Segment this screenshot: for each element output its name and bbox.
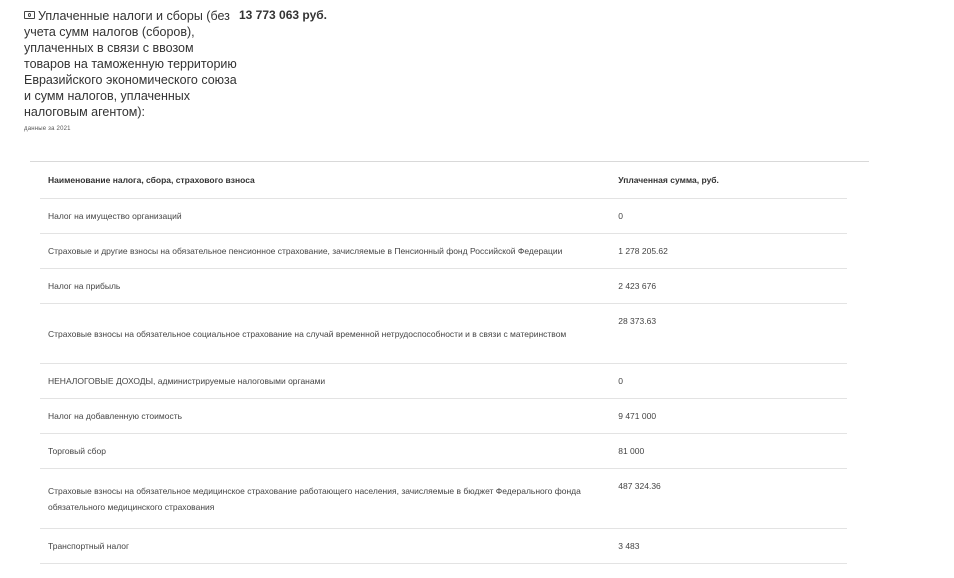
summary-note: данные за 2021 — [24, 126, 71, 132]
tax-name: Страховые и другие взносы на обязательно… — [40, 233, 611, 269]
tax-amount: 81 000 — [610, 433, 847, 469]
table-row: Страховые взносы на обязательное медицин… — [40, 468, 847, 529]
table-row: Торговый сбор 81 000 — [40, 433, 847, 469]
summary-label: Уплаченные налоги и сборы (без учета сум… — [24, 9, 237, 119]
tax-amount: 28 373.63 — [610, 303, 847, 364]
tax-amount: 1 278 205.62 — [610, 233, 847, 269]
tax-name: Страховые взносы на обязательное медицин… — [40, 468, 611, 529]
table-row: Транспортный налог 3 483 — [40, 528, 847, 564]
tax-name: Страховые взносы на обязательное социаль… — [40, 303, 611, 364]
summary-amount: 13 773 063 руб. — [239, 8, 327, 22]
tax-name: Налог на имущество организаций — [40, 198, 611, 234]
table-row: Налог на добавленную стоимость 9 471 000 — [40, 398, 847, 434]
tax-name: Налог на прибыль — [40, 268, 611, 304]
tax-amount: 0 — [610, 363, 847, 399]
tax-name: Налог на добавленную стоимость — [40, 398, 611, 434]
tax-name: Транспортный налог — [40, 528, 611, 564]
tax-amount: 0 — [610, 198, 847, 234]
column-header-name: Наименование налога, сбора, страхового в… — [40, 162, 611, 199]
tax-summary: Уплаченные налоги и сборы (без учета сум… — [24, 8, 239, 133]
table-header-row: Наименование налога, сбора, страхового в… — [40, 162, 847, 199]
column-header-amount: Уплаченная сумма, руб. — [610, 162, 847, 199]
table-row: Страховые взносы на обязательное социаль… — [40, 303, 847, 364]
tax-name: Торговый сбор — [40, 433, 611, 469]
table-row: НЕНАЛОГОВЫЕ ДОХОДЫ, администрируемые нал… — [40, 363, 847, 399]
tax-table: Наименование налога, сбора, страхового в… — [40, 162, 847, 564]
table-row: Налог на имущество организаций 0 — [40, 198, 847, 234]
tax-name: НЕНАЛОГОВЫЕ ДОХОДЫ, администрируемые нал… — [40, 363, 611, 399]
tax-amount: 3 483 — [610, 528, 847, 564]
money-icon — [24, 11, 35, 19]
tax-amount: 9 471 000 — [610, 398, 847, 434]
tax-amount: 487 324.36 — [610, 468, 847, 529]
table-row: Страховые и другие взносы на обязательно… — [40, 233, 847, 269]
tax-amount: 2 423 676 — [610, 268, 847, 304]
table-row: Налог на прибыль 2 423 676 — [40, 268, 847, 304]
